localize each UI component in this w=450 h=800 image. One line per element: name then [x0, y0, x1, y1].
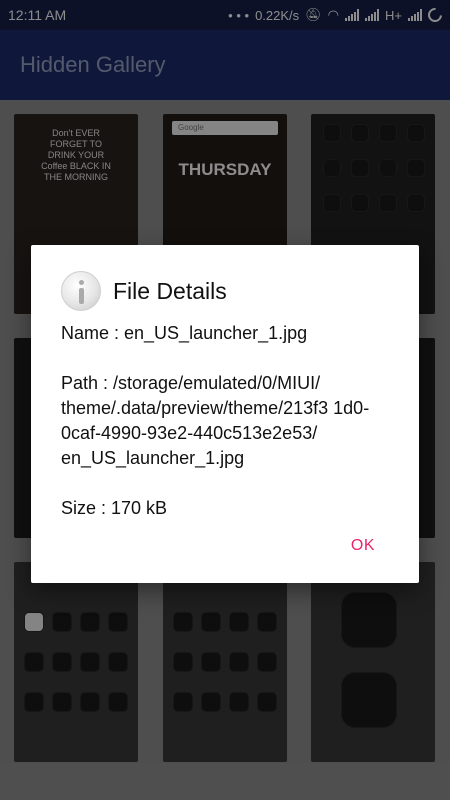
info-icon: [61, 271, 101, 311]
file-size-line: Size : 170 kB: [61, 498, 168, 518]
file-details-dialog: File Details Name : en_US_launcher_1.jpg…: [31, 245, 419, 583]
file-path-line: Path : /storage/emulated/0/MIUI/ theme/.…: [61, 373, 370, 468]
dialog-header: File Details: [61, 271, 227, 311]
ok-button[interactable]: OK: [351, 537, 375, 555]
dialog-title: File Details: [113, 277, 227, 304]
file-name-line: Name : en_US_launcher_1.jpg: [61, 323, 308, 343]
dialog-body: Name : en_US_launcher_1.jpg Path : /stor…: [61, 321, 401, 521]
